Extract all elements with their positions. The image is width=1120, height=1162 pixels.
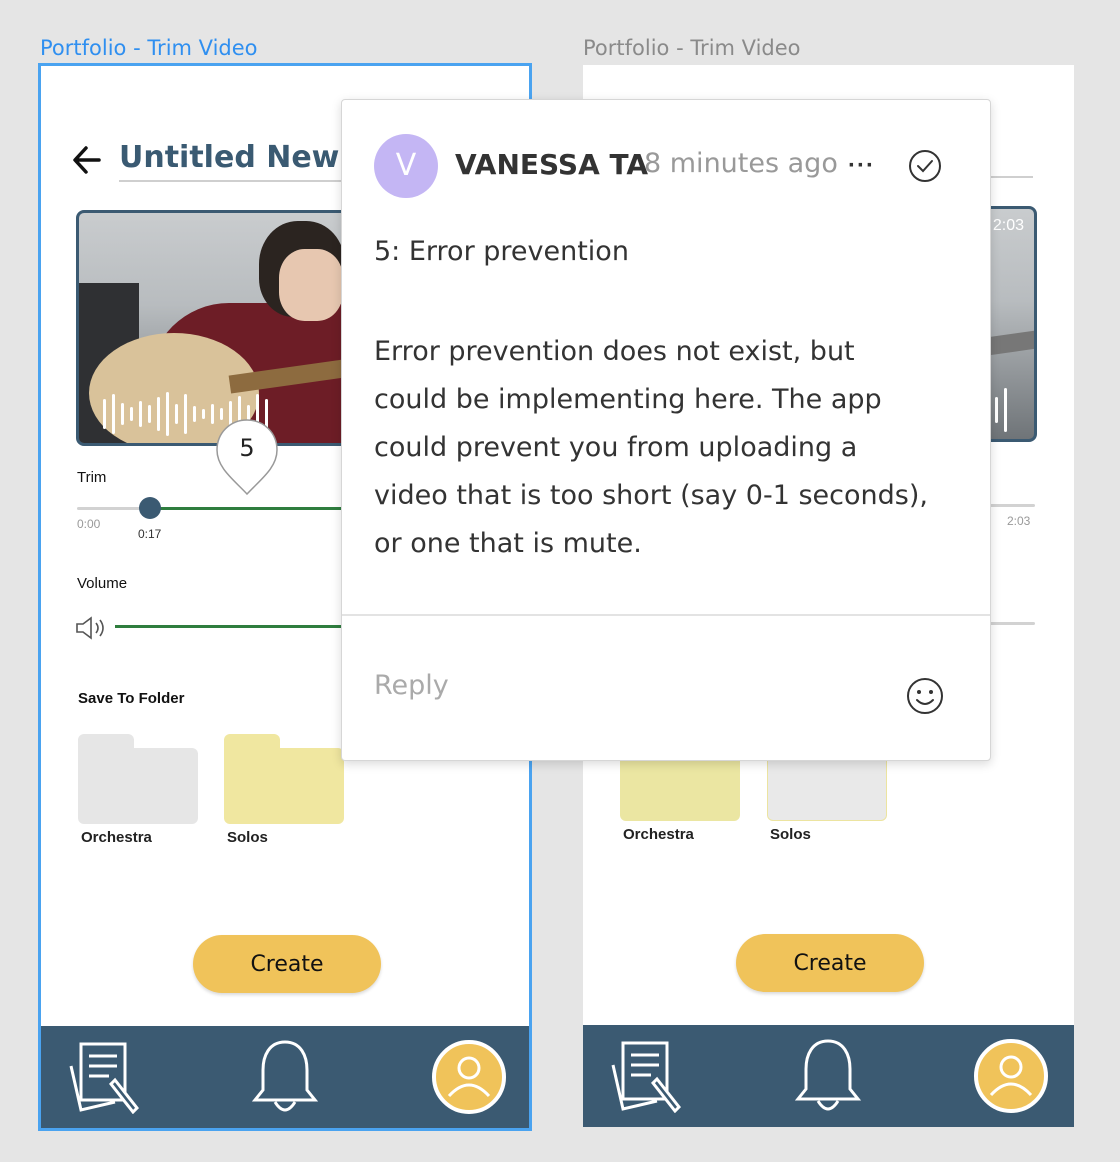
bell-icon[interactable]: [790, 1037, 866, 1113]
comment-body: Error prevention does not exist, but cou…: [374, 336, 928, 559]
frame-label-left[interactable]: Portfolio - Trim Video: [40, 36, 258, 60]
reply-input[interactable]: Reply: [374, 670, 449, 701]
bottom-tab-bar: [41, 1026, 529, 1128]
volume-label: Volume: [77, 575, 128, 592]
create-button[interactable]: Create: [193, 935, 381, 993]
resolve-check-icon[interactable]: [908, 149, 942, 183]
back-arrow-icon[interactable]: [71, 142, 103, 178]
folder-body: [78, 748, 198, 824]
portfolio-icon[interactable]: [607, 1037, 683, 1113]
frame-label-right[interactable]: Portfolio - Trim Video: [583, 36, 801, 60]
folder-orchestra[interactable]: [78, 734, 198, 824]
folder-name-orchestra: Orchestra: [623, 826, 694, 843]
comment-heading: 5: Error prevention: [374, 236, 629, 267]
trim-start-time: 0:00: [77, 517, 101, 531]
comment-time: 8 minutes ago: [644, 148, 838, 179]
bottom-tab-bar: [583, 1025, 1074, 1127]
folder-body: [224, 748, 344, 824]
bell-icon[interactable]: [247, 1038, 323, 1114]
folder-name-solos: Solos: [227, 829, 268, 846]
video-duration: 2:03: [992, 217, 1024, 234]
comment-author: VANESSA TA: [455, 148, 649, 181]
comment-divider: [342, 614, 990, 616]
folder-solos[interactable]: [224, 734, 344, 824]
speaker-icon[interactable]: [75, 616, 109, 640]
video-preview[interactable]: [76, 210, 372, 446]
portfolio-icon[interactable]: [65, 1038, 141, 1114]
video-person-face: [279, 249, 343, 321]
comment-popup: V VANESSA TA 8 minutes ago ··· 5: Error …: [341, 99, 991, 761]
folder-name-orchestra: Orchestra: [81, 829, 152, 846]
user-silhouette-icon: [989, 1055, 1033, 1097]
save-to-folder-label: Save To Folder: [78, 690, 185, 707]
comment-avatar: V: [374, 134, 438, 198]
trim-label: Trim: [77, 469, 107, 486]
video-title[interactable]: Untitled New V: [119, 140, 373, 175]
user-silhouette-icon: [447, 1056, 491, 1098]
comment-pin-number: 5: [239, 434, 255, 462]
folder-name-solos: Solos: [770, 826, 811, 843]
trim-handle-time: 0:17: [138, 527, 162, 541]
create-button[interactable]: Create: [736, 934, 924, 992]
trim-end-time: 2:03: [1007, 514, 1031, 528]
comment-pin[interactable]: 5: [214, 418, 280, 498]
more-options-icon[interactable]: ···: [848, 152, 875, 180]
trim-start-handle[interactable]: [139, 497, 161, 519]
profile-icon[interactable]: [432, 1040, 506, 1114]
profile-icon[interactable]: [974, 1039, 1048, 1113]
volume-level: [115, 625, 355, 628]
emoji-icon[interactable]: [906, 677, 944, 715]
